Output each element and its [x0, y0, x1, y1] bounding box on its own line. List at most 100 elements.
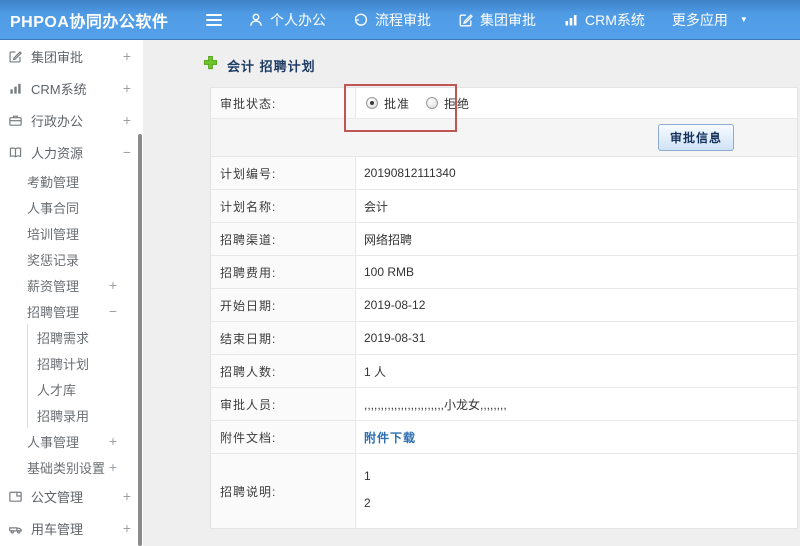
form-value: 2019-08-31: [364, 331, 426, 345]
nav-label: 流程审批: [375, 11, 431, 28]
sidebar-item-documents[interactable]: 公文管理 +: [0, 480, 143, 512]
radio-reject[interactable]: [426, 97, 439, 109]
radio-approve-label[interactable]: 批准: [384, 95, 410, 112]
row-plan-number: 计划编号: 20190812111340: [211, 157, 797, 190]
sidebar-item-hr-contract[interactable]: 人事合同: [0, 194, 143, 220]
book-icon: [8, 145, 25, 160]
expand-icon[interactable]: +: [123, 48, 131, 64]
sidebar-item-salary[interactable]: 薪资管理 +: [0, 272, 143, 298]
form-label: 开始日期:: [211, 289, 356, 321]
form-label: 计划编号:: [211, 157, 356, 189]
form-value: ,,,,,,,,,,,,,,,,,,,,,,,,小龙女,,,,,,,,: [364, 397, 507, 412]
form-label: 招聘人数:: [211, 355, 356, 387]
expand-icon[interactable]: +: [123, 488, 131, 504]
nav-label: CRM系统: [585, 11, 645, 28]
approval-status-options: 批准 拒绝: [356, 88, 797, 118]
row-start-date: 开始日期: 2019-08-12: [211, 289, 797, 322]
top-nav: 个人办公 流程审批 集团审批 CRM系统 更多应用 ▼: [248, 10, 775, 30]
sidebar-scrollbar[interactable]: [138, 134, 142, 546]
edit-icon: [8, 49, 25, 64]
expand-icon[interactable]: +: [123, 520, 131, 536]
radio-approve[interactable]: [366, 97, 378, 109]
expand-icon[interactable]: +: [123, 80, 131, 96]
nav-crm[interactable]: CRM系统: [563, 10, 645, 30]
sidebar: 集团审批 + CRM系统 + 行政办公 + 人力资源 − 考勤管理 人事合同 培…: [0, 40, 143, 546]
expand-icon[interactable]: +: [109, 459, 117, 475]
recruitment-submenu: 招聘需求 招聘计划 人才库 招聘录用: [27, 324, 143, 428]
row-approval-status: 审批状态: 批准 拒绝: [211, 88, 797, 119]
nav-personal-office[interactable]: 个人办公: [248, 10, 326, 30]
row-end-date: 结束日期: 2019-08-31: [211, 322, 797, 355]
sidebar-item-hr[interactable]: 人力资源 −: [0, 136, 143, 168]
radio-reject-label[interactable]: 拒绝: [444, 95, 470, 112]
caret-down-icon: ▼: [739, 15, 748, 24]
row-plan-name: 计划名称: 会计: [211, 190, 797, 223]
sidebar-item-training[interactable]: 培训管理: [0, 220, 143, 246]
collapse-icon[interactable]: −: [109, 303, 117, 319]
approve-info-button[interactable]: 审批信息: [657, 124, 734, 151]
nav-more-apps[interactable]: 更多应用 ▼: [672, 10, 748, 30]
form-label: 审批人员:: [211, 388, 356, 420]
sidebar-item-recruit-plan[interactable]: 招聘计划: [28, 350, 143, 376]
menu-toggle-icon[interactable]: [202, 10, 226, 30]
row-recruit-channel: 招聘渠道: 网络招聘: [211, 223, 797, 256]
sidebar-item-group-approval[interactable]: 集团审批 +: [0, 40, 143, 72]
form-label: 审批状态:: [211, 88, 356, 118]
bar-chart-icon: [563, 12, 579, 28]
row-approve-action: 审批信息: [211, 119, 797, 157]
nav-label: 个人办公: [270, 11, 326, 28]
add-icon: [203, 55, 218, 75]
page-title: 会计 招聘计划: [143, 40, 800, 75]
app-logo: PHPOA协同办公软件: [10, 13, 169, 31]
form-value: 20190812111340: [364, 166, 456, 180]
form-value: 100 RMB: [364, 265, 415, 279]
expand-icon[interactable]: +: [123, 112, 131, 128]
row-headcount: 招聘人数: 1 人: [211, 355, 797, 388]
sidebar-item-crm[interactable]: CRM系统 +: [0, 72, 143, 104]
sidebar-item-base-category[interactable]: 基础类别设置 +: [0, 454, 143, 480]
document-icon: [8, 489, 25, 504]
page-title-text: 会计 招聘计划: [227, 58, 316, 74]
row-description: 招聘说明: 1 2: [211, 454, 797, 528]
top-bar: PHPOA协同办公软件 个人办公 流程审批 集团审批 CRM系统 更多应用 ▼: [0, 0, 800, 40]
form-value: 1 人: [364, 364, 387, 379]
sidebar-item-attendance[interactable]: 考勤管理: [0, 168, 143, 194]
user-icon: [248, 12, 264, 28]
row-recruit-cost: 招聘费用: 100 RMB: [211, 256, 797, 289]
history-icon: [353, 12, 369, 28]
main-content: 会计 招聘计划 审批状态: 批准 拒绝 审批信息 计划编号: 201908121…: [143, 40, 800, 546]
nav-group-approval[interactable]: 集团审批: [458, 10, 536, 30]
attachment-download-link[interactable]: 附件下载: [364, 429, 416, 446]
sidebar-item-recruit-hiring[interactable]: 招聘录用: [28, 402, 143, 428]
form-label: 附件文档:: [211, 421, 356, 453]
car-icon: [8, 521, 25, 536]
form-value: 会计: [364, 199, 389, 214]
sidebar-item-vehicle[interactable]: 用车管理 +: [0, 512, 143, 544]
form-label: 招聘费用:: [211, 256, 356, 288]
form-value: 1 2: [364, 469, 371, 510]
form-label: 计划名称:: [211, 190, 356, 222]
sidebar-item-talent-pool[interactable]: 人才库: [28, 376, 143, 402]
sidebar-item-recruit-demand[interactable]: 招聘需求: [28, 324, 143, 350]
expand-icon[interactable]: +: [109, 277, 117, 293]
collapse-icon[interactable]: −: [123, 144, 131, 160]
form-value: 2019-08-12: [364, 298, 426, 312]
nav-workflow-approval[interactable]: 流程审批: [353, 10, 431, 30]
form-label: 招聘渠道:: [211, 223, 356, 255]
bar-chart-icon: [8, 81, 25, 96]
edit-icon: [458, 12, 474, 28]
sidebar-item-rewards[interactable]: 奖惩记录: [0, 246, 143, 272]
nav-label: 更多应用: [671, 11, 728, 28]
expand-icon[interactable]: +: [109, 433, 117, 449]
row-attachment: 附件文档: 附件下载: [211, 421, 797, 454]
form-label: 招聘说明:: [211, 454, 356, 528]
form-value: 网络招聘: [364, 232, 413, 247]
sidebar-item-personnel[interactable]: 人事管理 +: [0, 428, 143, 454]
sidebar-item-recruitment[interactable]: 招聘管理 −: [0, 298, 143, 324]
briefcase-icon: [8, 113, 25, 128]
sidebar-item-admin-office[interactable]: 行政办公 +: [0, 104, 143, 136]
approval-form: 审批状态: 批准 拒绝 审批信息 计划编号: 20190812111340 计划…: [210, 84, 798, 529]
nav-label: 集团审批: [480, 11, 536, 28]
form-label: 结束日期:: [211, 322, 356, 354]
row-approvers: 审批人员: ,,,,,,,,,,,,,,,,,,,,,,,,小龙女,,,,,,,…: [211, 388, 797, 421]
